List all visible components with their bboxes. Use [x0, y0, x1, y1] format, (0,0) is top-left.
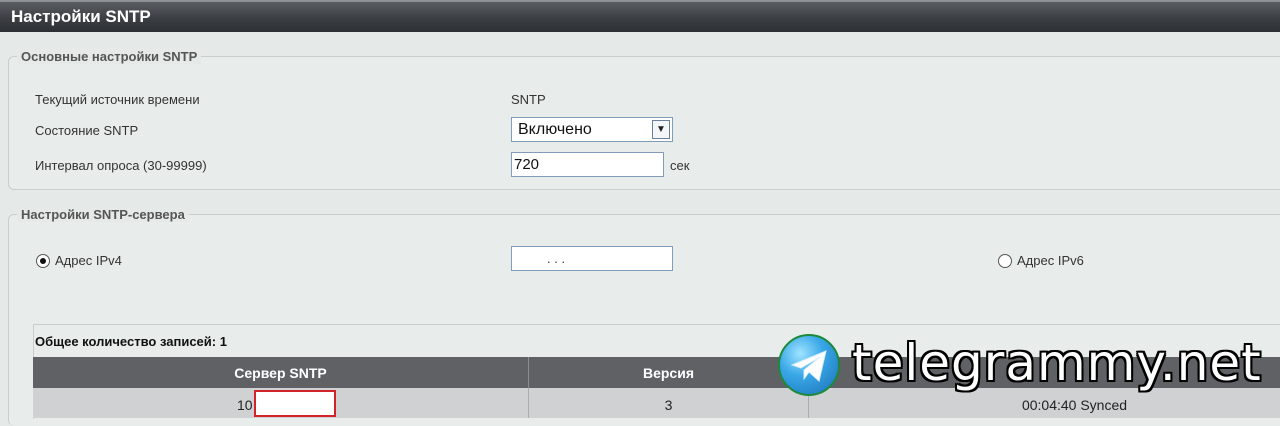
- poll-interval-unit: сек: [670, 158, 690, 173]
- watermark-text: telegrammy.net: [852, 334, 1262, 392]
- cell-version: 3: [529, 388, 809, 418]
- ipv4-label: Адрес IPv4: [55, 253, 122, 268]
- column-header-server: Сервер SNTP: [33, 357, 529, 388]
- chevron-down-icon[interactable]: ▼: [652, 120, 670, 139]
- ipv6-radio[interactable]: [998, 254, 1012, 268]
- ipv4-address-value: . . .: [547, 251, 566, 266]
- poll-interval-input[interactable]: 720: [511, 152, 664, 177]
- window-title-bar: Настройки SNTP: [0, 0, 1280, 32]
- poll-interval-value: 720: [514, 156, 540, 173]
- ipv4-radio[interactable]: [36, 254, 50, 268]
- redaction-box: [254, 390, 336, 417]
- sntp-state-label: Состояние SNTP: [35, 123, 139, 138]
- server-settings-legend: Настройки SNTP-сервера: [17, 207, 189, 222]
- time-source-label: Текущий источник времени: [35, 92, 200, 107]
- basic-settings-legend: Основные настройки SNTP: [17, 49, 202, 64]
- sntp-state-selected-value: Включено: [518, 121, 592, 138]
- watermark: telegrammy.net: [776, 332, 1280, 398]
- paper-plane-icon: [790, 350, 827, 382]
- ipv4-address-input[interactable]: . . .: [511, 246, 673, 271]
- column-header-version: Версия: [529, 357, 809, 388]
- poll-interval-label: Интервал опроса (30-99999): [35, 158, 207, 173]
- time-source-value: SNTP: [511, 92, 546, 107]
- total-entries-label: Общее количество записей: 1: [35, 334, 227, 349]
- ipv6-label: Адрес IPv6: [1017, 253, 1084, 268]
- cell-server-value: 10: [237, 397, 253, 413]
- sntp-state-select[interactable]: Включено ▼: [511, 117, 673, 142]
- window-title: Настройки SNTP: [11, 7, 151, 26]
- telegram-logo-icon: [778, 334, 840, 396]
